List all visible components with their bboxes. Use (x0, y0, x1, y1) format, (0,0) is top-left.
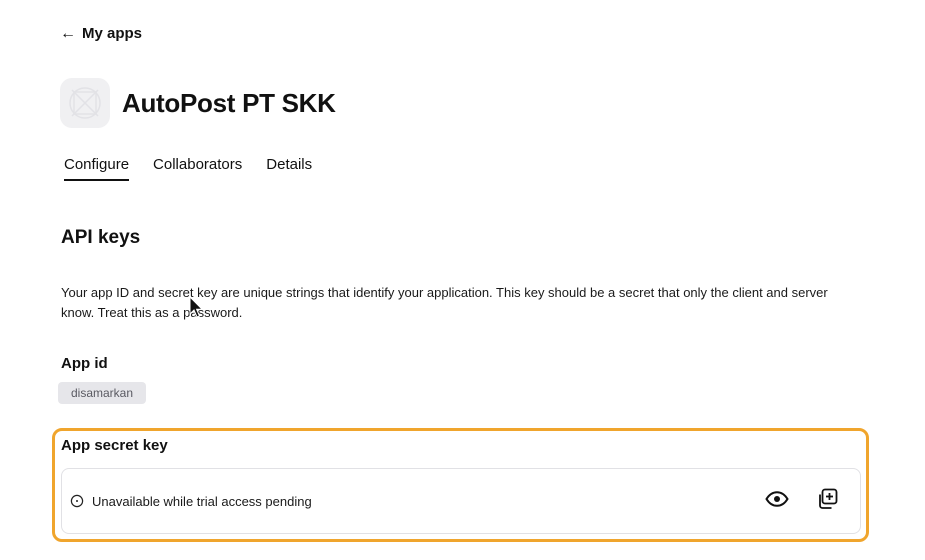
app-secret-key-label: App secret key (61, 437, 168, 454)
app-header: AutoPost PT SKK (60, 78, 336, 128)
api-keys-description: Your app ID and secret key are unique st… (61, 285, 828, 320)
copy-icon (816, 488, 838, 515)
back-link-label: My apps (82, 25, 143, 42)
tab-configure[interactable]: Configure (64, 156, 130, 181)
back-to-my-apps-link[interactable]: ← My apps (60, 25, 142, 42)
copy-secret-button[interactable] (814, 488, 840, 514)
clock-icon (70, 494, 84, 508)
arrow-left-icon: ← (60, 24, 76, 42)
secret-status-text: Unavailable while trial access pending (92, 493, 312, 509)
app-title: AutoPost PT SKK (122, 87, 336, 118)
app-id-value: disamarkan (58, 382, 147, 404)
tab-details[interactable]: Details (266, 156, 312, 181)
api-keys-heading: API keys (61, 227, 141, 248)
reveal-secret-button[interactable] (764, 488, 790, 514)
secret-status: Unavailable while trial access pending (70, 494, 764, 509)
eye-icon (765, 490, 789, 512)
tab-collaborators[interactable]: Collaborators (153, 156, 242, 181)
tab-bar: Configure Collaborators Details (64, 156, 312, 181)
secret-key-box: Unavailable while trial access pending (61, 468, 861, 534)
app-placeholder-icon (60, 78, 110, 128)
secret-actions (764, 488, 840, 514)
app-id-label: App id (61, 355, 108, 372)
